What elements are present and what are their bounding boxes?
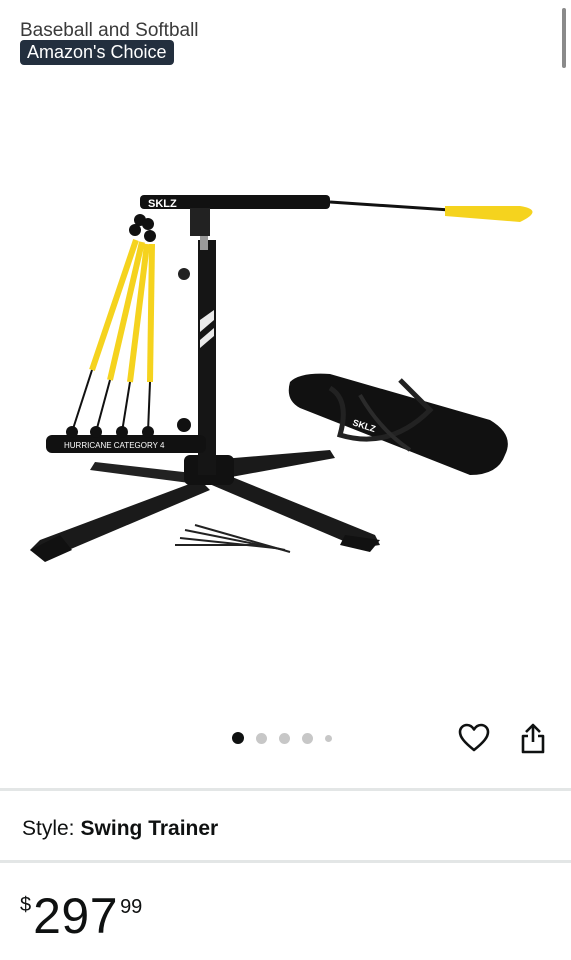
- product-image[interactable]: SKLZ HURRICANE CATEGORY 4 SKLZ: [0, 150, 571, 590]
- price-currency: $: [20, 894, 32, 916]
- style-value: Swing Trainer: [80, 817, 219, 840]
- heart-icon: [458, 723, 490, 752]
- style-selector[interactable]: Style: Swing Trainer: [22, 815, 218, 843]
- carousel-dot[interactable]: [325, 734, 332, 742]
- section-divider: [0, 788, 571, 791]
- carousel-dot-active[interactable]: [232, 732, 244, 744]
- share-button[interactable]: [516, 720, 550, 756]
- image-carousel-indicator[interactable]: [232, 731, 332, 745]
- price: $ 297 99: [20, 888, 142, 944]
- scrollbar[interactable]: [562, 8, 566, 68]
- bar-model-text: HURRICANE CATEGORY 4: [64, 441, 165, 450]
- carousel-dot[interactable]: [302, 732, 313, 744]
- section-divider: [0, 860, 571, 863]
- favorite-button[interactable]: [456, 720, 492, 756]
- carousel-dot[interactable]: [279, 732, 290, 744]
- style-label: Style:: [22, 817, 75, 840]
- product-title-line-cropped: [20, 0, 540, 16]
- price-fraction: 99: [120, 896, 143, 918]
- carousel-dot[interactable]: [256, 732, 267, 744]
- amazons-choice-badge[interactable]: Amazon's Choice: [20, 40, 174, 65]
- arm-brand-text: SKLZ: [148, 198, 177, 210]
- price-whole: 297: [33, 888, 119, 944]
- share-icon: [521, 723, 545, 754]
